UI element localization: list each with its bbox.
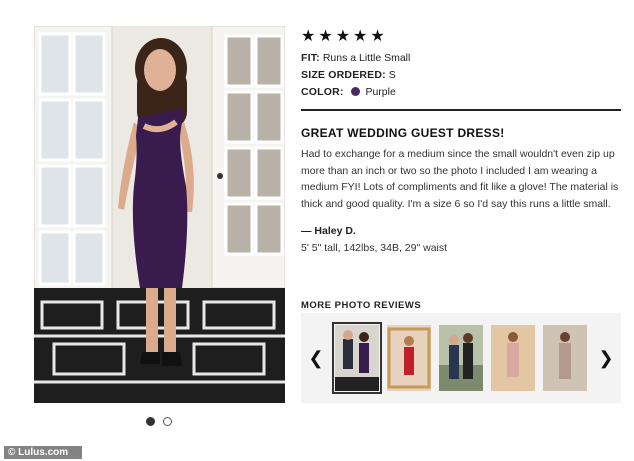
thumbnail-image [439, 325, 483, 391]
size-value: S [388, 69, 396, 81]
size-label: SIZE ORDERED: [301, 69, 386, 81]
thumbnail-3[interactable] [439, 325, 483, 391]
thumbnail-2[interactable] [387, 325, 431, 391]
more-photo-reviews-heading: MORE PHOTO REVIEWS [301, 300, 422, 311]
thumbnail-5[interactable] [543, 325, 587, 391]
pagination-dot-2[interactable] [163, 417, 172, 426]
color-swatch-icon [350, 87, 360, 96]
chevron-right-icon[interactable]: ❯ [591, 348, 621, 369]
divider [301, 109, 621, 111]
thumbnail-image [491, 325, 535, 391]
pagination-dot-1[interactable] [146, 417, 155, 426]
star-icon: ★ [318, 28, 333, 45]
color-label: COLOR: [301, 86, 344, 98]
photo-pagination [146, 417, 172, 426]
review-author: — Haley D. [301, 225, 356, 238]
star-rating: ★ ★ ★ ★ ★ [301, 28, 621, 46]
review-headline: GREAT WEDDING GUEST DRESS! [301, 126, 505, 140]
thumbnail-list [332, 322, 587, 394]
watermark: © Lulus.com [4, 446, 82, 459]
chevron-left-icon[interactable]: ❮ [301, 348, 331, 369]
thumbnail-image [387, 325, 431, 391]
thumbnail-image [335, 325, 379, 391]
review-panel: ★ ★ ★ ★ ★ FIT: Runs a Little Small SIZE … [301, 28, 621, 254]
fit-label: FIT: [301, 52, 320, 64]
fit-row: FIT: Runs a Little Small [301, 50, 621, 67]
photo-review-carousel: ❮ ❯ [301, 313, 621, 403]
review-details: FIT: Runs a Little Small SIZE ORDERED: S… [301, 50, 621, 101]
star-icon: ★ [353, 28, 368, 45]
review-body: Had to exchange for a medium since the s… [301, 148, 619, 210]
star-icon: ★ [335, 28, 351, 45]
size-row: SIZE ORDERED: S [301, 67, 621, 84]
color-row: COLOR: Purple [301, 84, 621, 101]
fit-value: Runs a Little Small [322, 52, 411, 64]
reviewer-measurements: 5' 5" tall, 142lbs, 34B, 29" waist [301, 242, 448, 255]
star-icon: ★ [301, 28, 316, 45]
thumbnail-image [543, 325, 587, 391]
thumbnail-1[interactable] [332, 322, 382, 394]
star-icon: ★ [370, 28, 385, 45]
review-photo-image [34, 26, 285, 403]
color-value: Purple [365, 86, 396, 98]
thumbnail-4[interactable] [491, 325, 535, 391]
review-photo[interactable] [34, 26, 285, 403]
